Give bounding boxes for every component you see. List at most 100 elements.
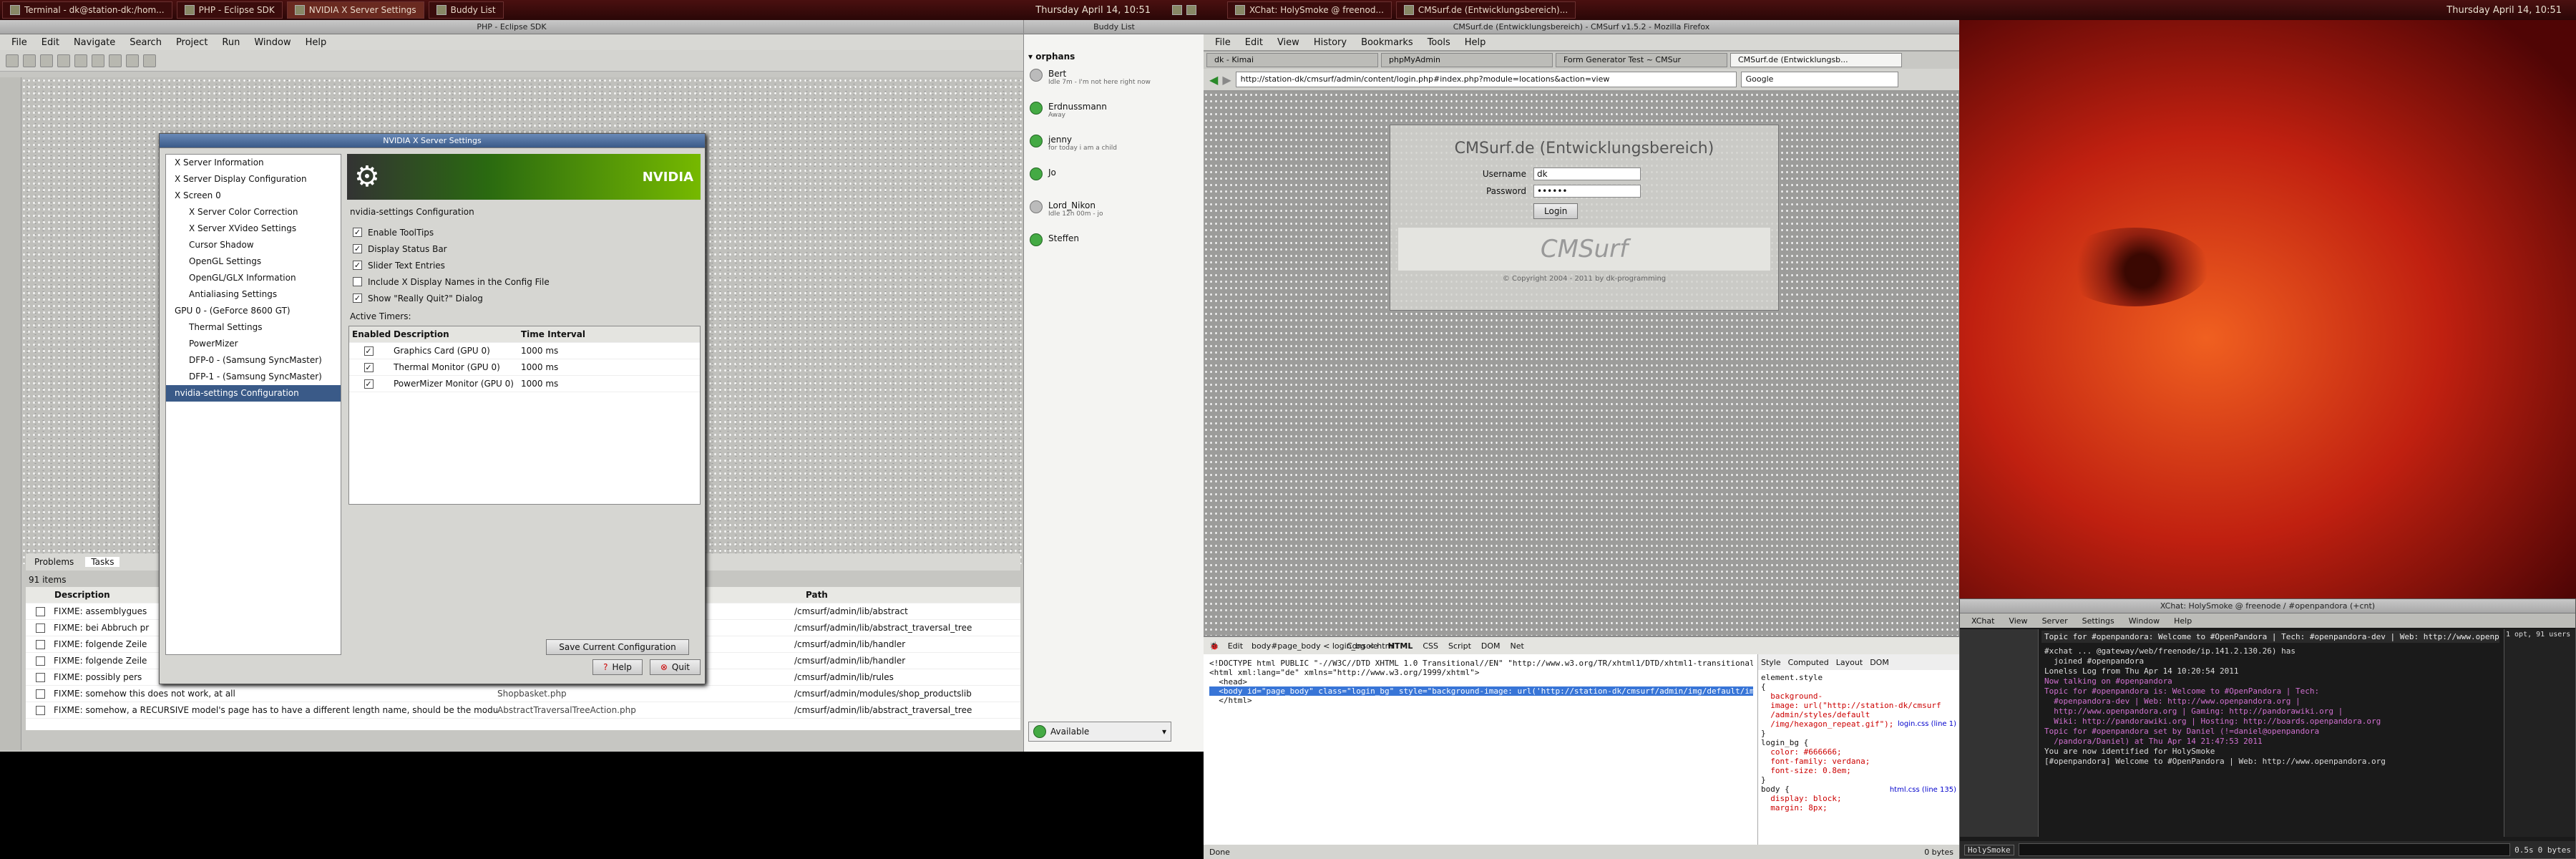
browser-tab[interactable]: phpMyAdmin <box>1381 53 1553 67</box>
task-checkbox[interactable] <box>36 623 45 633</box>
tree-item[interactable]: PowerMizer <box>166 336 341 352</box>
css-source[interactable]: html.css (line 135) <box>1890 786 1956 794</box>
chat-input[interactable] <box>2018 843 2511 856</box>
forward-icon[interactable] <box>143 54 156 67</box>
tree-item[interactable]: nvidia-settings Configuration <box>166 385 341 402</box>
save-config-button[interactable]: Save Current Configuration <box>546 639 689 655</box>
col-enabled[interactable]: Enabled <box>349 329 394 339</box>
timer-checkbox[interactable]: ✓ <box>364 346 374 356</box>
buddy-item[interactable]: Lord_Nikon Idle 12h 00m - jo <box>1024 198 1204 230</box>
tree-item[interactable]: DFP-0 - (Samsung SyncMaster) <box>166 352 341 369</box>
col-path[interactable]: Path <box>806 590 1020 600</box>
quit-button[interactable]: ⊗ Quit <box>649 659 701 675</box>
task-checkbox[interactable] <box>36 705 45 715</box>
option-checkbox[interactable]: ✓ <box>353 261 362 270</box>
option-checkbox[interactable]: ✓ <box>353 228 362 237</box>
taskbar-item[interactable]: PHP - Eclipse SDK <box>176 1 283 19</box>
new-icon[interactable] <box>6 54 19 67</box>
firebug-panel-tab[interactable]: CSS <box>1423 641 1438 651</box>
config-option[interactable]: ✓ Slider Text Entries <box>353 257 696 273</box>
buddy-item[interactable]: Erdnussmann Away <box>1024 99 1204 132</box>
taskbar-item[interactable]: CMSurf.de (Entwicklungsbereich)... <box>1395 1 1576 19</box>
col-desc[interactable]: Description <box>394 329 521 339</box>
save-icon[interactable] <box>23 54 36 67</box>
firebug-panel-tab[interactable]: Net <box>1511 641 1524 651</box>
username-input[interactable]: dk <box>1533 168 1641 180</box>
debug-icon[interactable] <box>57 54 70 67</box>
menu-item[interactable]: Search <box>124 37 167 48</box>
print-icon[interactable] <box>40 54 53 67</box>
tree-item[interactable]: X Server Information <box>166 155 341 171</box>
back-icon[interactable] <box>126 54 139 67</box>
table-row[interactable]: FIXME: somehow this does not work, at al… <box>26 686 1020 702</box>
nick-button[interactable]: HolySmoke <box>1964 844 2014 855</box>
config-option[interactable]: ✓ Enable ToolTips <box>353 224 696 241</box>
buddy-group[interactable]: ▾ orphans <box>1028 52 1075 62</box>
html-line[interactable]: </html> <box>1209 696 1753 705</box>
password-input[interactable]: •••••• <box>1533 185 1641 198</box>
clock-left[interactable]: Thursday April 14, 10:51 <box>1035 5 1172 16</box>
menu-item[interactable]: Help <box>1459 37 1492 48</box>
config-option[interactable]: ✓ Show "Really Quit?" Dialog <box>353 290 696 306</box>
task-checkbox[interactable] <box>36 689 45 699</box>
menu-item[interactable]: Window <box>2123 616 2165 626</box>
tree-item[interactable]: GPU 0 - (GeForce 8600 GT) <box>166 303 341 319</box>
menu-item[interactable]: Help <box>2168 616 2197 626</box>
tree-item[interactable]: X Server Display Configuration <box>166 171 341 188</box>
browser-tab[interactable]: CMSurf.de (Entwicklungsb... <box>1730 53 1902 67</box>
css-source[interactable]: login.css (line 1) <box>1898 720 1956 728</box>
menu-item[interactable]: File <box>6 37 33 48</box>
timer-checkbox[interactable]: ✓ <box>364 379 374 389</box>
buddy-item[interactable]: Bert Idle 7m - I'm not here right now <box>1024 66 1204 99</box>
tree-item[interactable]: X Server XVideo Settings <box>166 220 341 237</box>
html-line[interactable]: <!DOCTYPE html PUBLIC "-//W3C//DTD XHTML… <box>1209 659 1753 668</box>
menu-item[interactable]: Navigate <box>68 37 121 48</box>
col-interval[interactable]: Time Interval <box>521 329 700 339</box>
menu-item[interactable]: Settings <box>2077 616 2120 626</box>
browser-tab[interactable]: Form Generator Test ~ CMSur <box>1556 53 1727 67</box>
back-arrow-icon[interactable]: ◀ <box>1209 73 1218 87</box>
timer-row[interactable]: ✓ PowerMizer Monitor (GPU 0) 1000 ms <box>349 376 700 392</box>
style-tab[interactable]: DOM <box>1870 658 1889 667</box>
buddy-item[interactable]: Jo <box>1024 165 1204 198</box>
tree-item[interactable]: X Screen 0 <box>166 188 341 204</box>
menu-item[interactable]: Window <box>248 37 296 48</box>
browser-tab[interactable]: dk - Kimai <box>1206 53 1378 67</box>
menu-item[interactable]: Tools <box>1422 37 1456 48</box>
buddy-item[interactable]: jenny for today i am a child <box>1024 132 1204 165</box>
firebug-panel-tab[interactable]: Script <box>1448 641 1471 651</box>
external-tools-icon[interactable] <box>92 54 104 67</box>
menu-item[interactable]: File <box>1209 37 1236 48</box>
tree-item[interactable]: DFP-1 - (Samsung SyncMaster) <box>166 369 341 385</box>
html-line[interactable]: <body id="page_body" class="login_bg" st… <box>1209 686 1753 696</box>
status-selector[interactable]: Available ▾ <box>1028 722 1171 742</box>
firebug-icon[interactable]: 🐞 <box>1209 641 1219 651</box>
menu-item[interactable]: Edit <box>36 37 65 48</box>
timer-checkbox[interactable]: ✓ <box>364 363 374 372</box>
option-checkbox[interactable] <box>353 277 362 286</box>
firebug-panel-tab[interactable]: DOM <box>1481 641 1501 651</box>
style-tab[interactable]: Computed <box>1788 658 1829 667</box>
option-checkbox[interactable]: ✓ <box>353 244 362 253</box>
tree-item[interactable]: Antialiasing Settings <box>166 286 341 303</box>
taskbar-item[interactable]: Terminal - dk@station-dk:/hom... <box>2 1 172 19</box>
html-line[interactable]: <html xml:lang="de" xmlns="http://www.w3… <box>1209 668 1753 677</box>
menu-item[interactable]: Run <box>216 37 245 48</box>
tree-item[interactable]: OpenGL/GLX Information <box>166 270 341 286</box>
tree-item[interactable]: OpenGL Settings <box>166 253 341 270</box>
firebug-panel-tab[interactable]: HTML <box>1388 641 1413 651</box>
menu-item[interactable]: Project <box>170 37 213 48</box>
taskbar-item[interactable]: XChat: HolySmoke @ freenod... <box>1227 1 1392 19</box>
firebug-panel-tab[interactable]: Console <box>1347 641 1378 651</box>
tree-item[interactable]: Thermal Settings <box>166 319 341 336</box>
style-tab[interactable]: Style <box>1761 658 1781 667</box>
fb-edit[interactable]: Edit <box>1228 641 1243 651</box>
task-checkbox[interactable] <box>36 639 45 649</box>
config-option[interactable]: Include X Display Names in the Config Fi… <box>353 273 696 290</box>
table-row[interactable]: FIXME: somehow, a RECURSIVE model's page… <box>26 702 1020 719</box>
html-line[interactable]: <head> <box>1209 677 1753 686</box>
option-checkbox[interactable]: ✓ <box>353 293 362 303</box>
search-icon[interactable] <box>109 54 122 67</box>
timer-row[interactable]: ✓ Thermal Monitor (GPU 0) 1000 ms <box>349 359 700 376</box>
menu-item[interactable]: Server <box>2036 616 2074 626</box>
